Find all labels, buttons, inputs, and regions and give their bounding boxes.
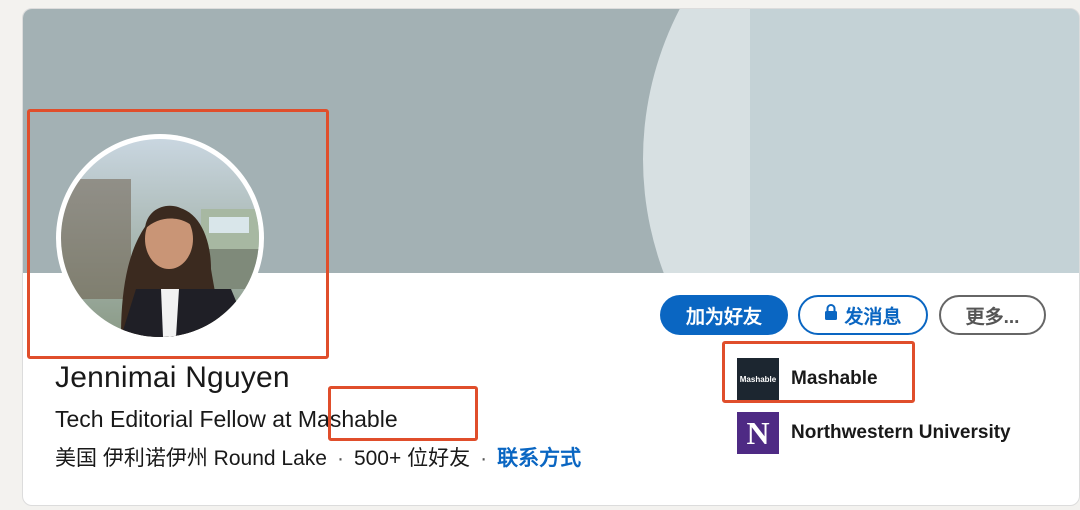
highlight-box-org	[722, 341, 915, 403]
highlight-box-employer	[328, 386, 478, 441]
message-button[interactable]: 发消息	[798, 295, 928, 335]
message-button-label: 发消息	[844, 306, 902, 328]
org-name: Northwestern University	[791, 422, 1011, 443]
separator-dot: ·	[336, 447, 344, 470]
northwestern-logo-icon: N	[737, 412, 779, 454]
profile-name: Jennimai Nguyen	[55, 361, 290, 394]
profile-location: 美国 伊利诺伊州 Round Lake	[55, 447, 327, 470]
highlight-box-avatar	[27, 109, 329, 359]
profile-meta-row: 美国 伊利诺伊州 Round Lake · 500+ 位好友 · 联系方式	[55, 442, 581, 472]
more-button[interactable]: 更多...	[939, 295, 1046, 335]
cover-right-panel	[750, 9, 1079, 273]
lock-icon	[824, 304, 838, 326]
separator-dot: ·	[480, 447, 488, 470]
connections-count[interactable]: 500+ 位好友	[354, 447, 470, 470]
connect-button-label: 加为好友	[685, 306, 762, 328]
org-northwestern[interactable]: N Northwestern University	[737, 412, 1011, 454]
connect-button[interactable]: 加为好友	[660, 295, 788, 335]
more-button-label: 更多...	[965, 306, 1020, 328]
contact-info-link[interactable]: 联系方式	[497, 447, 581, 470]
